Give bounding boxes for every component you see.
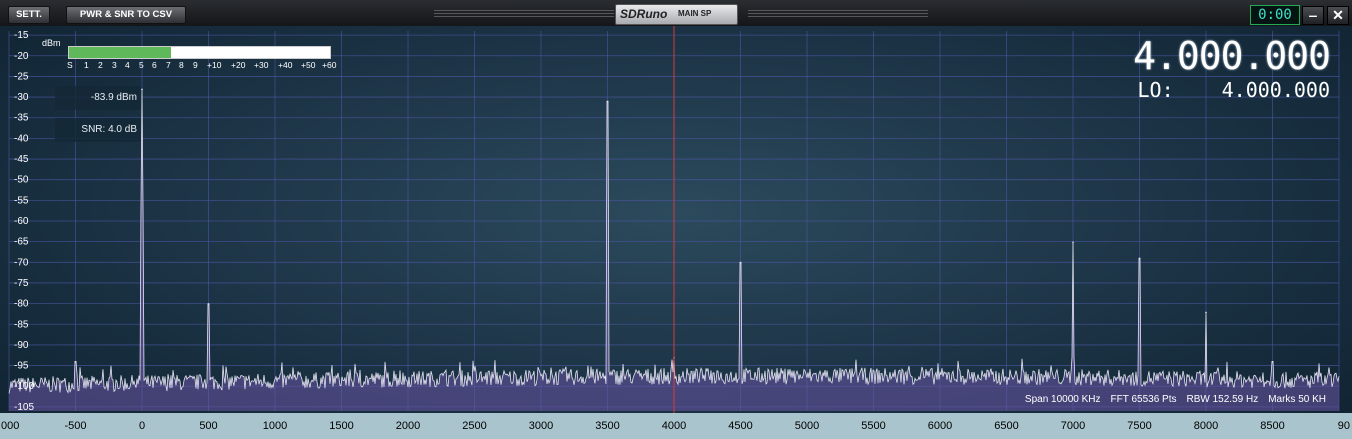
fft-info: FFT 65536 Pts	[1110, 394, 1177, 405]
settings-button[interactable]: SETT.	[8, 6, 50, 24]
x-tick-label: 8000	[1194, 420, 1218, 432]
export-csv-button[interactable]: PWR & SNR TO CSV	[66, 6, 186, 24]
y-tick-label: -80	[14, 299, 29, 310]
x-tick-label: 2500	[462, 420, 486, 432]
x-tick-label: 6000	[928, 420, 952, 432]
y-tick-label: -45	[14, 154, 29, 165]
y-tick-label: -25	[14, 71, 29, 82]
lo-frequency: 4.000.000	[1221, 78, 1330, 102]
lo-label: LO:	[1137, 78, 1174, 102]
x-tick-label: 6500	[994, 420, 1018, 432]
marks-info: Marks 50 KH	[1268, 394, 1326, 405]
x-tick-label: 4500	[728, 420, 752, 432]
smeter-tick-5: 5	[139, 60, 144, 70]
y-tick-label: -95	[14, 361, 29, 372]
clock-display: 0:00	[1250, 5, 1300, 25]
span-info: Span 10000 KHz	[1024, 394, 1101, 405]
x-tick-label: 4000	[662, 420, 686, 432]
smeter-tick-4: 4	[125, 60, 130, 70]
smeter-tick-1: 1	[84, 60, 89, 70]
y-tick-label: -70	[14, 257, 29, 268]
power-readout-box: -83.9 dBm	[55, 86, 141, 110]
x-tick-label: 3000	[529, 420, 553, 432]
y-tick-label: -35	[14, 113, 29, 124]
y-tick-label: -90	[14, 340, 29, 351]
y-tick-label: -20	[14, 51, 29, 62]
smeter-tick-6: 6	[152, 60, 157, 70]
x-tick-label: 5500	[861, 420, 885, 432]
y-tick-label: -105	[14, 402, 34, 413]
y-tick-label: -15	[14, 30, 29, 41]
smeter-tick-2: 2	[98, 60, 103, 70]
smeter-tick-3: 3	[112, 60, 117, 70]
snr-readout: SNR: 4.0 dB	[81, 124, 137, 135]
x-tick-label: 2000	[396, 420, 420, 432]
y-tick-label: -30	[14, 92, 29, 103]
smeter-tick-7: 7	[166, 60, 171, 70]
minimize-button[interactable]: ‒	[1302, 6, 1324, 25]
smeter-tick-15: +60	[322, 60, 337, 70]
lo-frequency-row[interactable]: LO: 4.000.000	[1138, 78, 1331, 102]
x-tick-label: 8500	[1260, 420, 1284, 432]
rbw-info: RBW 152.59 Hz	[1186, 394, 1259, 405]
y-tick-label: -100	[14, 381, 34, 392]
power-readout: -83.9 dBm	[90, 92, 137, 103]
panel-name: MAIN SP	[678, 9, 712, 18]
drag-grip-right[interactable]	[748, 10, 928, 17]
y-tick-label: -85	[14, 319, 29, 330]
x-tick-label: 90	[1338, 420, 1350, 432]
y-tick-label: -55	[14, 195, 29, 206]
title-bar: SETT. PWR & SNR TO CSV SDRuno MAIN SP 0:…	[0, 0, 1352, 27]
app-name: SDRuno	[620, 7, 668, 21]
smeter-tick-11: +20	[231, 60, 246, 70]
x-tick-label: -500	[64, 420, 86, 432]
smeter-tick-14: +50	[301, 60, 316, 70]
smeter-bar	[68, 46, 331, 59]
frequency-display[interactable]: 4.000.000	[1133, 34, 1331, 78]
app-logo-tab: SDRuno MAIN SP	[615, 4, 738, 25]
smeter-tick-0: S	[67, 60, 73, 70]
smeter-tick-8: 8	[179, 60, 184, 70]
y-tick-label: -40	[14, 133, 29, 144]
smeter-fill	[69, 47, 171, 58]
x-tick-label: 7500	[1127, 420, 1151, 432]
snr-readout-box: SNR: 4.0 dB	[55, 118, 141, 142]
close-button[interactable]: ✕	[1327, 6, 1349, 25]
smeter-unit: dBm	[42, 38, 61, 48]
info-bar: Span 10000 KHz FFT 65536 Pts RBW 152.59 Hz…	[1015, 394, 1326, 405]
y-tick-label: -75	[14, 278, 29, 289]
drag-grip-left[interactable]	[434, 10, 614, 17]
y-tick-label: -50	[14, 175, 29, 186]
x-tick-label: 500	[199, 420, 217, 432]
x-tick-label: 1500	[329, 420, 353, 432]
y-tick-label: -60	[14, 216, 29, 227]
x-tick-label: 000	[1, 420, 19, 432]
x-tick-label: 5000	[795, 420, 819, 432]
x-tick-label: 1000	[263, 420, 287, 432]
x-tick-label: 7000	[1061, 420, 1085, 432]
x-tick-label: 3500	[595, 420, 619, 432]
smeter-tick-10: +10	[207, 60, 222, 70]
x-tick-label: 0	[139, 420, 145, 432]
smeter-tick-9: 9	[193, 60, 198, 70]
y-tick-label: -65	[14, 237, 29, 248]
spectrum-panel[interactable]: -15 -20 -25 -30 -35 -40 -45 -50 -55 -60 -65 -70 -75 -…	[0, 26, 1352, 439]
smeter-tick-12: +30	[254, 60, 269, 70]
smeter-tick-13: +40	[278, 60, 293, 70]
